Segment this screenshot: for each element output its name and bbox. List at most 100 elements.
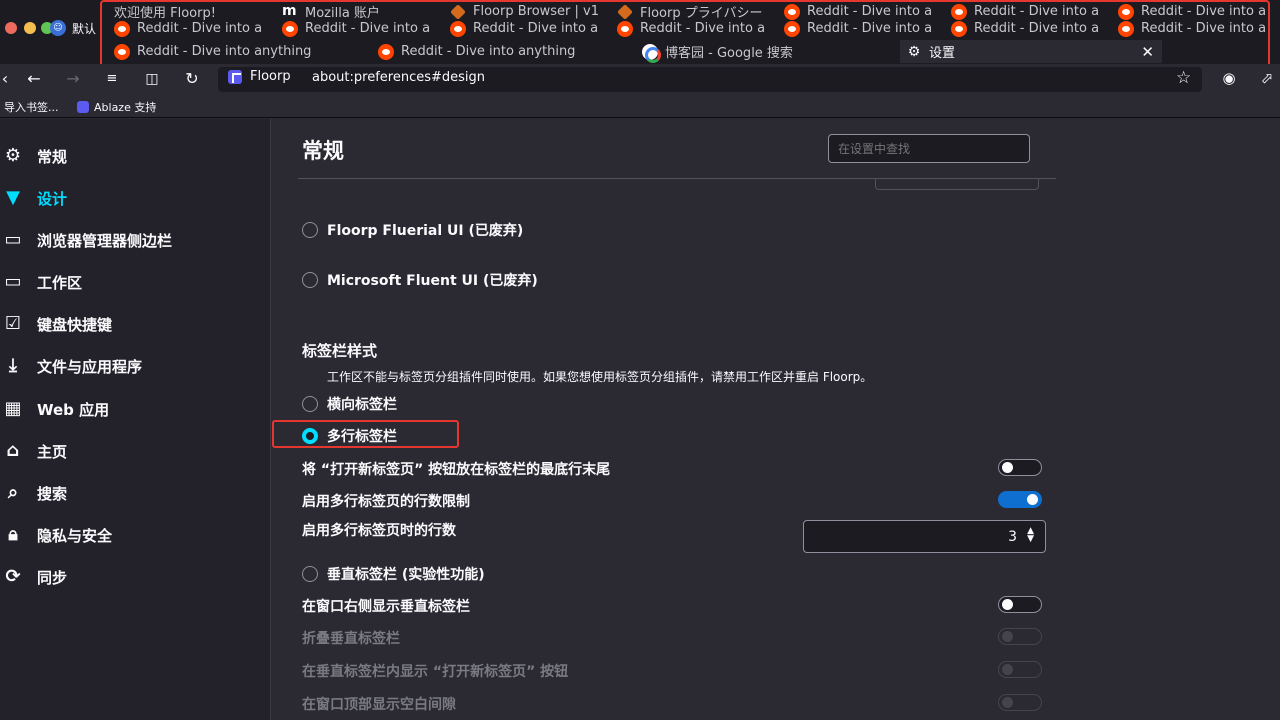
- tab[interactable]: 博客园 - Google 搜索: [636, 40, 898, 63]
- radio-button[interactable]: [302, 566, 318, 582]
- reddit-icon: [784, 20, 800, 37]
- close-window-button[interactable]: [5, 22, 17, 34]
- radio-button[interactable]: [302, 396, 318, 412]
- tab[interactable]: Reddit - Dive into a: [276, 17, 436, 40]
- sidebar-item-files-and-apps[interactable]: ⤓ 文件与应用程序: [0, 351, 142, 381]
- search-input[interactable]: [828, 134, 1030, 163]
- sidebar-item-sync[interactable]: ⟳ 同步: [0, 562, 67, 592]
- identity-box[interactable]: Floorp: [228, 69, 291, 84]
- previous-icon[interactable]: ‹: [0, 68, 16, 90]
- reddit-icon: [951, 20, 967, 37]
- section-title-tabbar: 标签栏样式: [302, 342, 378, 360]
- option-limit-rows-label: 启用多行标签页的行数限制: [302, 494, 470, 510]
- tab-title: Reddit - Dive into a: [473, 21, 599, 36]
- sidebar-item-label: 设计: [37, 189, 68, 208]
- identity-label: Floorp: [250, 69, 291, 84]
- sidebar-item-label: Web 应用: [37, 400, 110, 419]
- tab-title: Reddit - Dive into anything: [137, 44, 312, 59]
- sidebar-item-keyboard-shortcuts[interactable]: ☑ 键盘快捷键: [0, 309, 112, 339]
- radio-label: Microsoft Fluent UI (已废弃): [327, 273, 538, 289]
- option-newtab-at-end-label: 将 “打开新标签页” 按钮放在标签栏的最底行末尾: [302, 462, 611, 478]
- bookmark-ablaze-support[interactable]: Ablaze 支持: [77, 99, 156, 115]
- toggle-knob: [1002, 599, 1013, 610]
- radio-button[interactable]: [302, 272, 318, 288]
- row-count-stepper[interactable]: 3 ▲ ▼: [803, 520, 1046, 553]
- minimize-window-button[interactable]: [24, 22, 36, 34]
- sidebar-toggle-icon[interactable]: ◫: [141, 68, 163, 90]
- floorp-logo-icon: [228, 69, 242, 84]
- header-divider: [298, 178, 1056, 179]
- tab-strip: ☺ 默认 欢迎使用 Floorp! m Mozilla 账户 Floorp Br…: [0, 0, 1280, 64]
- sidebar-item-workspaces[interactable]: ▭ 工作区: [0, 267, 82, 297]
- keyboard-icon: ☑: [4, 313, 22, 334]
- row-count-value: 3: [1008, 529, 1017, 545]
- bookmark-import[interactable]: 导入书签...: [4, 99, 59, 115]
- bookmark-label: Ablaze 支持: [94, 101, 157, 114]
- radio-fluent-ui[interactable]: Microsoft Fluent UI (已废弃): [302, 270, 538, 290]
- sidebar-item-label: 文件与应用程序: [37, 357, 143, 376]
- radio-vertical-tabbar[interactable]: 垂直标签栏 (实验性功能): [302, 564, 485, 584]
- tab[interactable]: Reddit - Dive into anything: [108, 40, 370, 63]
- sidebar-item-label: 同步: [37, 568, 68, 587]
- toggle-vertical-right[interactable]: [998, 596, 1042, 613]
- sidebar-item-browser-manager-sidebar[interactable]: ▭ 浏览器管理器侧边栏: [0, 225, 172, 255]
- sidebar-item-privacy[interactable]: 🔒︎ 隐私与安全: [0, 520, 112, 550]
- section-description: 工作区不能与标签页分组插件同时使用。如果您想使用标签页分组插件，请禁用工作区并重…: [327, 370, 873, 384]
- sidebar-item-label: 常规: [37, 147, 68, 166]
- bookmark-label: 导入书签...: [4, 101, 59, 114]
- home-icon: ⌂: [6, 440, 20, 461]
- option-vertical-newtab-label: 在垂直标签栏内显示 “打开新标签页” 按钮: [302, 664, 569, 680]
- gear-icon: ⚙: [4, 145, 22, 166]
- tab-list-icon[interactable]: ≡: [101, 68, 123, 90]
- toggle-top-gap[interactable]: [998, 694, 1042, 711]
- back-icon[interactable]: ←: [23, 68, 45, 90]
- tab[interactable]: Reddit - Dive into a: [108, 17, 268, 40]
- tab-title: 博客园 - Google 搜索: [665, 46, 793, 61]
- sync-icon: ⟳: [5, 566, 21, 587]
- tab[interactable]: Reddit - Dive into a: [444, 17, 602, 40]
- toggle-knob: [1002, 697, 1013, 708]
- radio-fluerial-ui[interactable]: Floorp Fluerial UI (已废弃): [302, 220, 523, 240]
- toggle-knob: [1002, 664, 1013, 675]
- highlight-frame-multirow: [272, 420, 459, 448]
- sidebar-item-general[interactable]: ⚙ 常规: [0, 141, 67, 171]
- tab[interactable]: Reddit - Dive into a: [611, 17, 769, 40]
- gear-icon: ⚙: [907, 43, 921, 60]
- toggle-knob: [1027, 494, 1038, 505]
- toggle-newtab-at-end[interactable]: [998, 459, 1042, 476]
- tab[interactable]: Reddit - Dive into a: [778, 17, 936, 40]
- url-text[interactable]: about:preferences#design: [312, 70, 485, 85]
- account-icon[interactable]: ☺: [50, 20, 66, 36]
- sidebar-item-design[interactable]: ▼ 设计: [0, 183, 67, 213]
- toggle-collapse-vertical[interactable]: [998, 628, 1042, 645]
- extensions-icon[interactable]: ⬀: [1257, 68, 1277, 88]
- tab-title: Reddit - Dive into a: [974, 21, 1100, 36]
- radio-label: 横向标签栏: [327, 397, 397, 413]
- toggle-limit-rows[interactable]: [998, 491, 1042, 508]
- tab-active[interactable]: ⚙ 设置 ✕: [900, 40, 1162, 63]
- sidebar-item-label: 浏览器管理器侧边栏: [37, 231, 173, 250]
- reload-icon[interactable]: ↻: [181, 68, 203, 90]
- radio-horizontal-tabbar[interactable]: 横向标签栏: [302, 394, 397, 414]
- sidebar-item-search[interactable]: ⌕ 搜索: [0, 478, 67, 508]
- tab[interactable]: Reddit - Dive into a: [945, 17, 1103, 40]
- forward-icon[interactable]: →: [62, 68, 84, 90]
- sidebar-item-home[interactable]: ⌂ 主页: [0, 436, 67, 466]
- account-icon[interactable]: ◉: [1219, 68, 1239, 88]
- workspace-icon: ▭: [4, 271, 22, 292]
- bookmark-star-icon[interactable]: ☆: [1176, 68, 1191, 88]
- reddit-icon: [282, 20, 298, 37]
- spinner-icon[interactable]: ▲ ▼: [1027, 527, 1034, 544]
- toggle-vertical-newtab[interactable]: [998, 661, 1042, 678]
- cutoff-button[interactable]: [875, 178, 1039, 190]
- tab-title: Reddit - Dive into a: [1141, 21, 1267, 36]
- close-tab-icon[interactable]: ✕: [1141, 43, 1154, 61]
- download-icon: ⤓: [9, 355, 17, 376]
- tab[interactable]: Reddit - Dive into a: [1112, 17, 1270, 40]
- option-row-count-label: 启用多行标签页时的行数: [302, 523, 456, 539]
- tab-title: 设置: [929, 46, 956, 61]
- toggle-knob: [1002, 631, 1013, 642]
- radio-button[interactable]: [302, 222, 318, 238]
- sidebar-item-web-apps[interactable]: ▦ Web 应用: [0, 394, 109, 424]
- tab[interactable]: Reddit - Dive into anything: [372, 40, 634, 63]
